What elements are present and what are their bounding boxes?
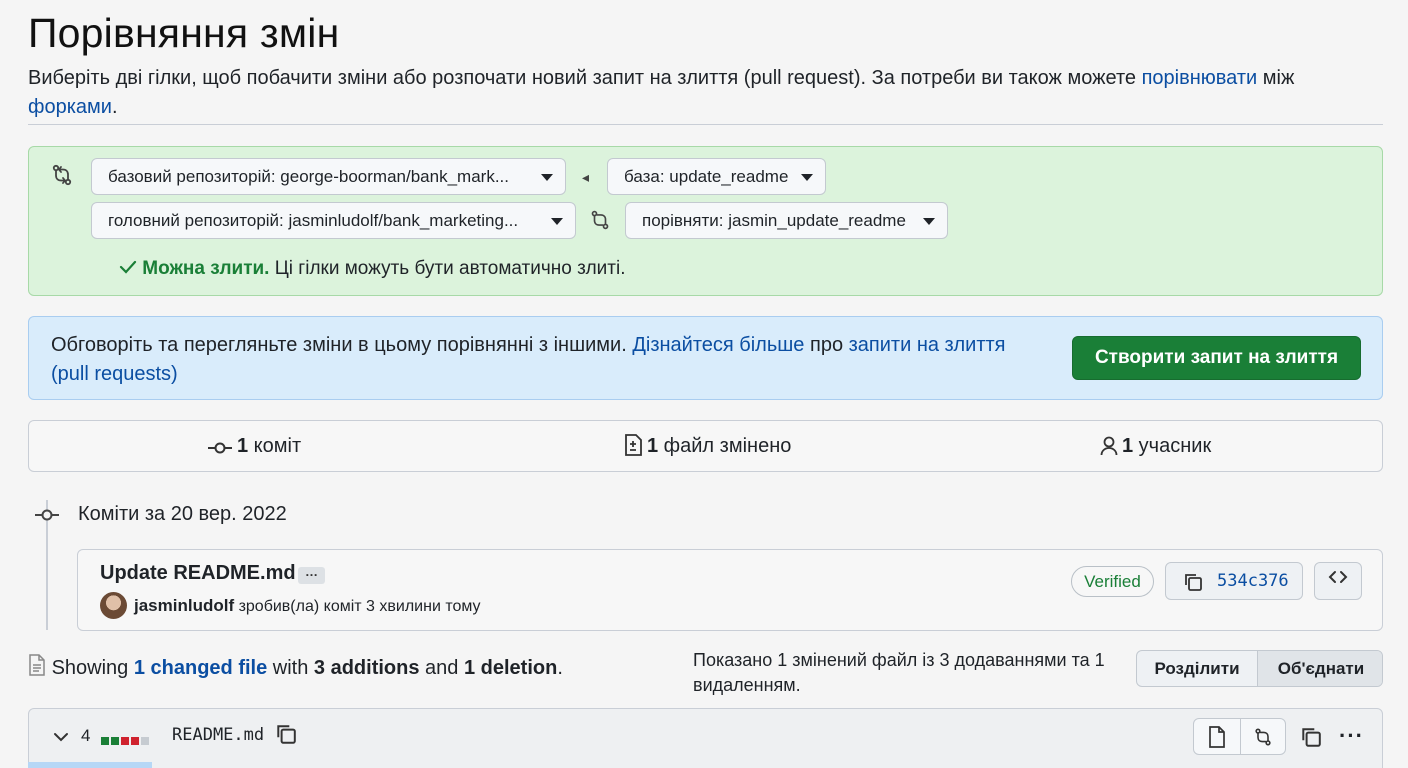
changed-files-link[interactable]: 1 changed file <box>134 657 267 679</box>
base-repo-label: базовий репозиторій: george-boorman/bank… <box>108 167 509 186</box>
notice-text-start: Обговоріть та перегляньте зміни в цьому … <box>51 334 633 356</box>
base-branch-label: база: update_readme <box>624 167 789 186</box>
compare-branch-label: порівняти: jasmin_update_readme <box>642 211 906 230</box>
person-icon <box>1100 436 1118 456</box>
diff-summary-localized: Показано 1 змінений файл із 3 додаванням… <box>693 650 1105 695</box>
commit-group-date: Коміти за 20 вер. 2022 <box>78 503 287 525</box>
head-repo-select[interactable]: головний репозиторій: jasminludolf/bank_… <box>91 202 576 239</box>
git-compare-icon <box>50 163 74 192</box>
base-branch-select[interactable]: база: update_readme <box>607 158 826 195</box>
diffstat-deleted <box>121 737 129 745</box>
file-icon[interactable] <box>1207 726 1227 753</box>
diff-hunk-indicator <box>28 762 152 768</box>
compare-branch-select[interactable]: порівняти: jasmin_update_readme <box>625 202 948 239</box>
commit-meta: jasminludolf зробив(ла) коміт 3 хвилини … <box>134 596 481 616</box>
notice-text: Обговоріть та перегляньте зміни в цьому … <box>51 331 1041 389</box>
file-icon <box>28 654 52 679</box>
copy-icon[interactable] <box>275 723 297 750</box>
diffstat-neutral <box>141 737 149 745</box>
notice-text-middle: про <box>804 334 849 356</box>
copy-sha-button[interactable]: 534c376 <box>1165 562 1303 600</box>
learn-more-link[interactable]: Дізнайтеся більше <box>632 334 804 356</box>
split-view-button[interactable]: Розділити <box>1137 651 1258 686</box>
page-description: Виберіть дві гілки, щоб побачити зміни а… <box>28 64 1358 122</box>
summary-deletions: 1 deletion <box>463 657 558 679</box>
file-view-button-group <box>1193 718 1286 755</box>
browse-code-button[interactable] <box>1314 562 1362 600</box>
compare-link[interactable]: порівнювати <box>1142 67 1258 89</box>
description-text: Виберіть дві гілки, щоб побачити зміни а… <box>28 67 1142 89</box>
header-divider <box>28 124 1383 125</box>
button-divider <box>1240 719 1241 754</box>
compare-range-box: базовий репозиторій: george-boorman/bank… <box>28 146 1383 296</box>
file-diff-icon <box>625 434 642 456</box>
commits-count: 1 <box>237 435 249 457</box>
merge-status-ok: Можна злити. <box>142 258 270 279</box>
arrow-left-icon: ◂ <box>582 169 590 185</box>
chevron-down-icon <box>801 174 813 181</box>
diffstat-deleted <box>131 737 139 745</box>
description-text-end: . <box>111 96 118 118</box>
summary-with: with <box>267 657 314 679</box>
contributors-count: 1 <box>1122 435 1134 457</box>
avatar[interactable] <box>100 592 127 619</box>
commit-author[interactable]: jasminludolf <box>134 596 234 615</box>
diffstat-bar <box>101 732 151 750</box>
base-repo-select[interactable]: базовий репозиторій: george-boorman/bank… <box>91 158 566 195</box>
description-text-middle: між <box>1257 67 1295 89</box>
commit-meta-text: зробив(ла) коміт 3 хвилини тому <box>234 598 481 615</box>
create-pull-request-button[interactable]: Створити запит на злиття <box>1072 336 1361 380</box>
merge-status: Можна злити. Ці гілки можуть бути автома… <box>119 258 626 280</box>
diffstat-added <box>101 737 109 745</box>
files-changed-stat[interactable]: 1 файл змінено <box>623 421 791 471</box>
diff-view-toggle: Розділити Об'єднати <box>1136 650 1383 687</box>
commit-title[interactable]: Update README.md <box>100 562 296 585</box>
summary-showing: Showing <box>51 657 134 679</box>
file-change-count: 4 <box>81 726 91 745</box>
merge-status-text: Ці гілки можуть бути автоматично злиті. <box>269 258 626 279</box>
code-icon <box>1328 571 1348 589</box>
compare-stats-bar: 1 коміт 1 файл змінено 1 учасник <box>28 420 1383 472</box>
summary-and: and <box>419 657 464 679</box>
contributors-label: учасник <box>1133 435 1212 457</box>
files-count: 1 <box>647 435 659 457</box>
swap-branches-icon[interactable] <box>589 209 611 236</box>
commit-icon <box>208 442 232 454</box>
copy-icon[interactable] <box>1300 726 1322 753</box>
check-icon <box>119 258 142 279</box>
expand-commit-message-button[interactable]: … <box>298 565 325 584</box>
git-compare-icon[interactable] <box>1253 727 1273 752</box>
summary-period: . <box>557 657 563 679</box>
diff-summary: Showing 1 changed file with 3 additions … <box>28 654 563 680</box>
head-repo-label: головний репозиторій: jasminludolf/bank_… <box>108 211 519 230</box>
unified-view-button[interactable]: Об'єднати <box>1258 651 1382 686</box>
chevron-down-icon <box>923 218 935 225</box>
forks-link[interactable]: форками <box>28 96 112 118</box>
more-options-icon[interactable]: ··· <box>1339 723 1364 749</box>
diffstat-added <box>111 737 119 745</box>
chevron-down-icon <box>541 174 553 181</box>
commits-label: коміт <box>248 435 302 457</box>
commits-stat[interactable]: 1 коміт <box>207 421 301 471</box>
files-label: файл змінено <box>658 435 792 457</box>
chevron-down-icon[interactable] <box>53 730 69 748</box>
pull-request-notice: Обговоріть та перегляньте зміни в цьому … <box>28 316 1383 400</box>
summary-additions: 3 additions <box>313 657 420 679</box>
file-name[interactable]: README.md <box>172 725 264 745</box>
commit-item: Update README.md … jasminludolf зробив(л… <box>77 549 1383 631</box>
commit-sha[interactable]: 534c376 <box>1217 571 1289 591</box>
chevron-down-icon <box>551 218 563 225</box>
verified-badge[interactable]: Verified <box>1071 566 1154 597</box>
commit-icon <box>34 506 60 529</box>
contributors-stat[interactable]: 1 учасник <box>1100 421 1211 471</box>
page-title: Порівняння змін <box>28 10 340 56</box>
copy-icon <box>1183 572 1203 597</box>
file-diff-header: 4 README.md ··· <box>28 708 1383 768</box>
